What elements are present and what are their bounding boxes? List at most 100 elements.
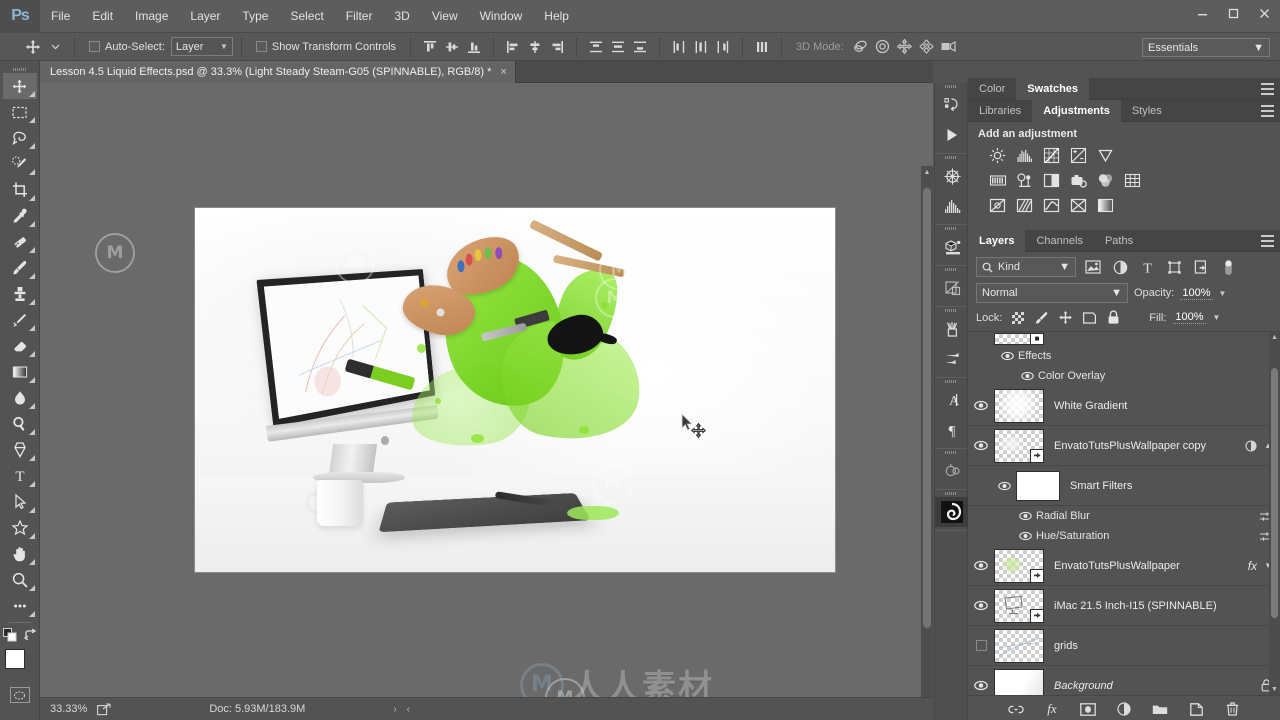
menu-image[interactable]: Image [124,0,179,33]
table-row[interactable]: Smart Filters [968,466,1280,506]
menu-help[interactable]: Help [533,0,580,33]
menu-select[interactable]: Select [279,0,334,33]
list-item[interactable]: Color Overlay [968,366,1280,386]
new-adjustment-layer-icon[interactable] [1115,700,1133,718]
layer-list[interactable]: ■ Effects Color Overlay White Gradient E… [968,332,1280,696]
layer-visibility-toggle[interactable] [968,600,994,611]
filter-toggle-switch[interactable] [1218,257,1238,277]
roll-3d-object-icon[interactable] [872,36,894,58]
3d-panel-icon[interactable] [935,232,969,262]
foreground-color-swatch[interactable] [4,649,25,669]
align-left-edges-icon[interactable] [502,36,524,58]
vibrance-icon[interactable] [1096,146,1115,165]
exposure-icon[interactable] [1069,146,1088,165]
histogram-panel-icon[interactable] [935,191,969,221]
tab-adjustments[interactable]: Adjustments [1032,100,1121,122]
table-row[interactable]: grids [968,626,1280,666]
tab-color[interactable]: Color [968,78,1016,100]
filter-pixel-layers-icon[interactable] [1083,257,1103,277]
color-swatches[interactable] [3,648,37,682]
add-layer-style-icon[interactable]: fx [1043,700,1061,718]
layer-visibility-toggle[interactable] [968,400,994,411]
history-brush-tool[interactable] [3,307,37,333]
layer-effects-fx-icon[interactable]: fx [1248,559,1257,573]
align-right-edges-icon[interactable] [546,36,568,58]
menu-layer[interactable]: Layer [179,0,231,33]
workspace-switcher[interactable]: Essentials ▼ [1142,38,1270,57]
rectangular-marquee-tool[interactable] [3,99,37,125]
filter-visibility-toggle[interactable] [1014,511,1036,521]
distribute-left-edges-icon[interactable] [668,36,690,58]
dock-grip[interactable] [935,225,967,232]
layer-thumbnail[interactable] [994,388,1044,423]
panel-menu-icon[interactable] [1261,235,1274,247]
scrollbar-thumb[interactable] [923,188,931,628]
menu-view[interactable]: View [421,0,469,33]
canvas-vertical-scrollbar[interactable]: ▲ ▼ [921,166,933,697]
quick-mask-mode-icon[interactable] [9,687,30,703]
menu-type[interactable]: Type [231,0,279,33]
zoom-level[interactable]: 33.33% [50,703,87,715]
smart-filter-indicator-icon[interactable] [1245,439,1257,452]
pen-tool[interactable] [3,437,37,463]
table-row[interactable]: iMac 21.5 Inch-I15 (SPINNABLE) [968,586,1280,626]
layer-visibility-toggle[interactable] [968,640,994,651]
lock-all-icon[interactable] [1105,309,1122,326]
move-tool-preset-icon[interactable] [22,36,44,58]
scroll-down-arrow-icon[interactable]: ▼ [1269,684,1280,695]
status-prev-arrow-icon[interactable]: ‹ [407,704,410,715]
invert-icon[interactable] [988,196,1007,215]
channel-mixer-icon[interactable] [1096,171,1115,190]
tab-layers[interactable]: Layers [968,230,1026,252]
zoom-tool[interactable] [3,567,37,593]
layer-visibility-toggle[interactable] [968,560,994,571]
brush-presets-panel-icon[interactable] [935,314,969,344]
close-icon[interactable]: × [500,66,506,78]
auto-select-scope-dropdown[interactable]: Layer ▼ [170,37,233,56]
menu-filter[interactable]: Filter [335,0,384,33]
paragraph-panel-icon[interactable]: ¶ [935,415,969,445]
blend-mode-dropdown[interactable]: Normal ▼ [976,283,1128,303]
selective-color-icon[interactable] [1069,196,1088,215]
lock-image-pixels-icon[interactable] [1033,309,1050,326]
delete-layer-icon[interactable] [1223,700,1241,718]
tab-paths[interactable]: Paths [1094,230,1144,252]
spot-healing-brush-tool[interactable] [3,229,37,255]
scrollbar-thumb[interactable] [1271,368,1278,618]
canvas-area[interactable]: M M M M M M ▲ ▼ [40,83,933,697]
panel-menu-icon[interactable] [1261,105,1274,117]
rotate-3d-object-icon[interactable] [850,36,872,58]
layer-thumbnail[interactable] [994,548,1044,583]
show-transform-checkbox[interactable] [255,41,267,52]
quick-selection-tool[interactable] [3,151,37,177]
custom-shape-tool[interactable] [3,515,37,541]
layer-visibility-toggle[interactable] [968,440,994,451]
layer-filter-kind-dropdown[interactable]: Kind ▼ [976,257,1076,277]
share-icon[interactable] [97,702,111,716]
scroll-up-arrow-icon[interactable]: ▲ [1269,332,1280,343]
menu-edit[interactable]: Edit [81,0,124,33]
brush-tool[interactable] [3,255,37,281]
fill-value[interactable]: 100% [1173,311,1206,324]
menu-file[interactable]: File [40,0,81,33]
align-vertical-centers-icon[interactable] [441,36,463,58]
artboard[interactable]: M M M [195,208,835,572]
brush-settings-panel-icon[interactable] [935,344,969,374]
curves-icon[interactable] [1042,146,1061,165]
character-panel-icon[interactable]: A [935,385,969,415]
list-item[interactable]: Hue/Saturation [968,526,1280,546]
table-row[interactable]: EnvatoTutsPlusWallpaper copy ▲ [968,426,1280,466]
table-row[interactable]: EnvatoTutsPlusWallpaper fx ▼ [968,546,1280,586]
slide-3d-object-icon[interactable] [916,36,938,58]
color-lookup-icon[interactable] [1123,171,1142,190]
distribute-top-edges-icon[interactable] [585,36,607,58]
dock-grip[interactable] [935,307,967,314]
history-panel-icon[interactable] [935,90,969,120]
menu-window[interactable]: Window [469,0,534,33]
align-bottom-edges-icon[interactable] [463,36,485,58]
effect-visibility-toggle[interactable] [1016,371,1038,381]
dock-grip[interactable] [935,378,967,385]
distribute-vertical-centers-icon[interactable] [607,36,629,58]
list-item[interactable]: Radial Blur [968,506,1280,526]
list-item[interactable]: Effects [968,346,1280,366]
